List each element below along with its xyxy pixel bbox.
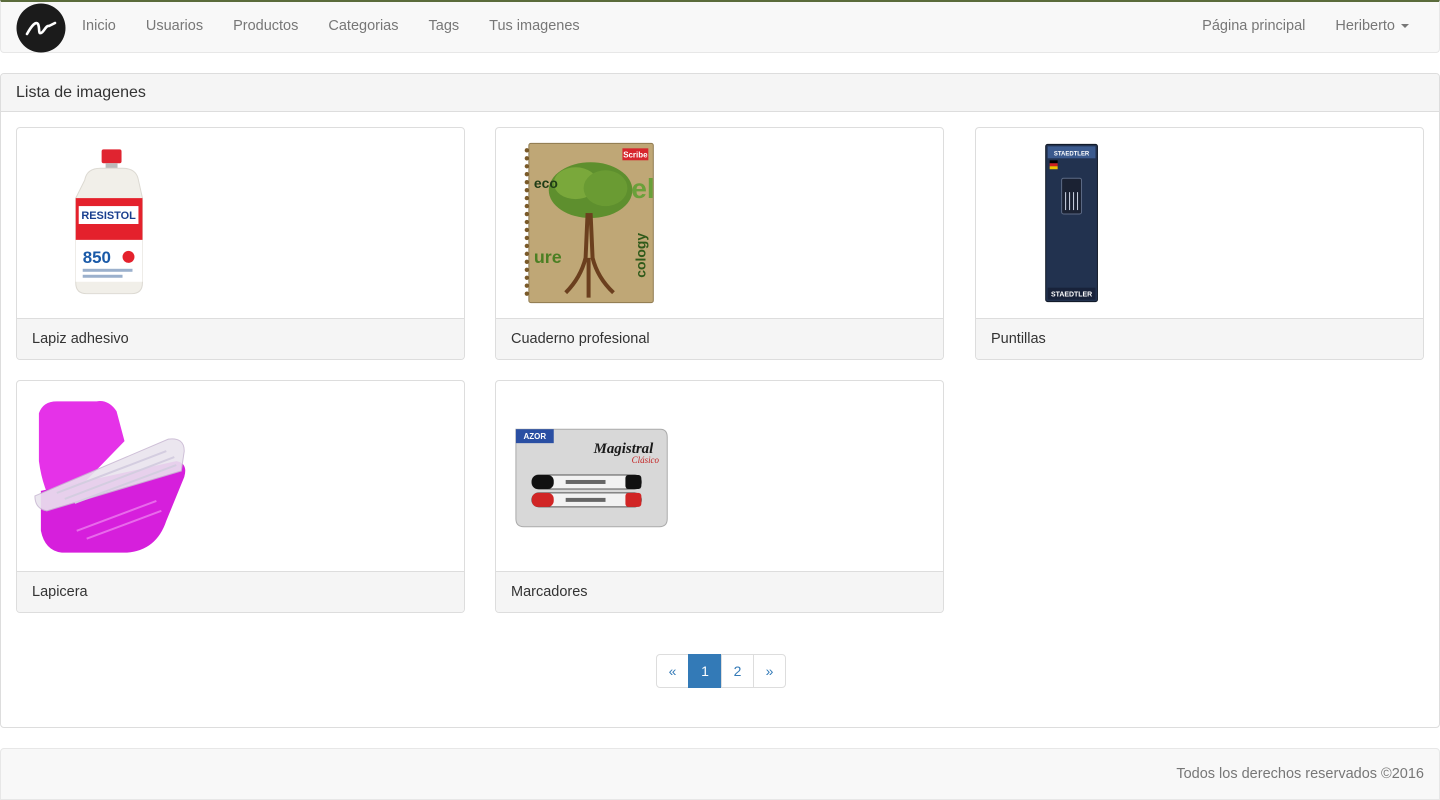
- pagination-next[interactable]: »: [753, 654, 786, 688]
- image-card-title: Puntillas: [976, 318, 1423, 359]
- nav-item-productos[interactable]: Productos: [218, 2, 313, 53]
- caret-down-icon: [1401, 24, 1409, 29]
- image-card[interactable]: Scribe eco ure el cology Cuaderno profes…: [495, 127, 944, 360]
- page-footer: Todos los derechos reservados ©2016: [0, 748, 1440, 800]
- image-card[interactable]: STAEDTLER STAEDTLER Puntillas: [975, 127, 1424, 360]
- nav-item-tags[interactable]: Tags: [414, 2, 475, 53]
- image-card-title: Cuaderno profesional: [496, 318, 943, 359]
- pagination-page-1[interactable]: 1: [688, 654, 722, 688]
- svg-text:el: el: [631, 173, 654, 204]
- image-card[interactable]: AZOR Magistral Clásico Marcadores: [495, 380, 944, 613]
- pagination-prev[interactable]: «: [656, 654, 689, 688]
- glue-bottle-image: RESISTOL 850: [75, 149, 143, 295]
- copyright-text: Todos los derechos reservados ©2016: [1176, 766, 1424, 782]
- glue-badge-label: 850: [83, 248, 111, 267]
- panel-title: Lista de imagenes: [1, 74, 1439, 112]
- image-card[interactable]: RESISTOL 850 Lapiz adhesivo: [16, 127, 465, 360]
- leads-brand-top-label: STAEDTLER: [1054, 151, 1090, 157]
- pencil-case-image: [34, 401, 186, 553]
- logo-icon: [16, 3, 66, 53]
- nav-item-usuarios[interactable]: Usuarios: [131, 2, 218, 53]
- main-nav: Inicio Usuarios Productos Categorias Tag…: [67, 2, 595, 53]
- image-card-title: Lapiz adhesivo: [17, 318, 464, 359]
- nav-item-tus-imagenes[interactable]: Tus imagenes: [474, 2, 595, 53]
- image-list-panel: Lista de imagenes RESISTOL 850 Lapiz adh…: [0, 73, 1440, 728]
- svg-text:eco: eco: [534, 175, 558, 191]
- image-card-title: Lapicera: [17, 571, 464, 612]
- pagination: « 1 2 »: [656, 654, 786, 688]
- markers-subtitle-label: Clásico: [632, 455, 660, 465]
- image-card[interactable]: Lapicera: [16, 380, 465, 613]
- user-dropdown[interactable]: Heriberto: [1320, 2, 1424, 53]
- pagination-page-2[interactable]: 2: [721, 654, 754, 688]
- svg-text:ure: ure: [534, 247, 562, 267]
- top-navbar: Inicio Usuarios Productos Categorias Tag…: [0, 0, 1440, 53]
- notebook-image: Scribe eco ure el cology: [524, 142, 655, 304]
- nav-item-inicio[interactable]: Inicio: [67, 2, 131, 53]
- nav-item-pagina-principal[interactable]: Página principal: [1187, 2, 1320, 53]
- user-nav: Página principal Heriberto: [1187, 2, 1424, 53]
- nav-item-categorias[interactable]: Categorias: [313, 2, 413, 53]
- glue-brand-label: RESISTOL: [81, 210, 136, 222]
- image-card-title: Marcadores: [496, 571, 943, 612]
- notebook-brand-label: Scribe: [623, 150, 648, 159]
- user-dropdown-label: Heriberto: [1335, 18, 1395, 34]
- pencil-leads-image: STAEDTLER STAEDTLER: [1045, 143, 1098, 303]
- markers-image: AZOR Magistral Clásico: [515, 428, 668, 528]
- markers-brand-label: AZOR: [524, 432, 547, 441]
- leads-brand-bottom-label: STAEDTLER: [1051, 292, 1092, 299]
- brand-logo-link[interactable]: [15, 3, 67, 53]
- svg-text:cology: cology: [632, 233, 648, 278]
